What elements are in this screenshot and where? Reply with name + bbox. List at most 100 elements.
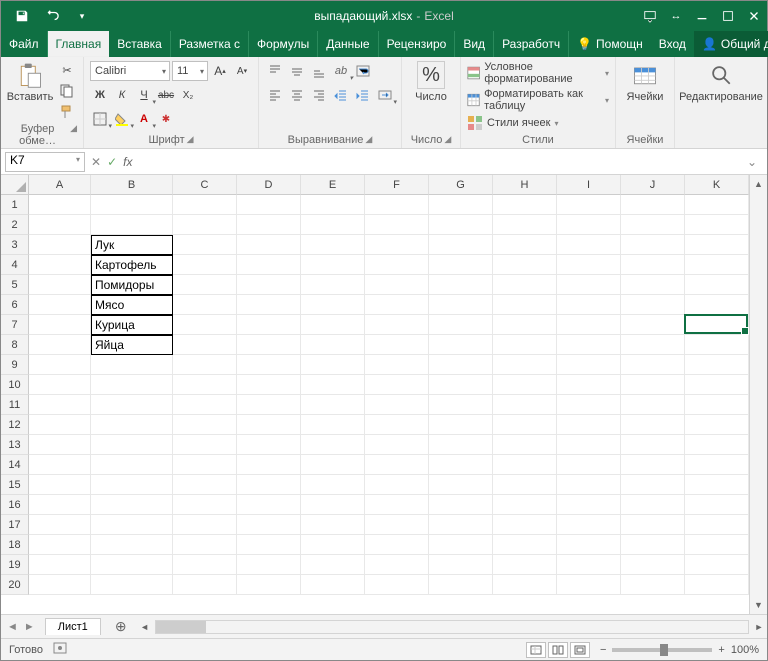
cell-J11[interactable] [621, 395, 685, 415]
sheet-nav-next[interactable]: ► [24, 621, 35, 633]
cell-I4[interactable] [557, 255, 621, 275]
zoom-value[interactable]: 100% [731, 644, 759, 656]
cell-K17[interactable] [685, 515, 749, 535]
cell-A6[interactable] [29, 295, 91, 315]
tab-home[interactable]: Главная [48, 31, 110, 57]
cell-A10[interactable] [29, 375, 91, 395]
cell-E5[interactable] [301, 275, 365, 295]
cell-G8[interactable] [429, 335, 493, 355]
cell-A20[interactable] [29, 575, 91, 595]
cell-J4[interactable] [621, 255, 685, 275]
cell-E7[interactable] [301, 315, 365, 335]
cell-B6[interactable]: Мясо [91, 295, 173, 315]
grow-font-icon[interactable]: A▴ [210, 61, 230, 81]
horizontal-scrollbar[interactable]: ◄► [137, 620, 767, 634]
cell-E13[interactable] [301, 435, 365, 455]
cell-I3[interactable] [557, 235, 621, 255]
cell-D10[interactable] [237, 375, 301, 395]
add-sheet-button[interactable]: ⊕ [105, 618, 137, 635]
cell-C4[interactable] [173, 255, 237, 275]
cell-E4[interactable] [301, 255, 365, 275]
cell-C20[interactable] [173, 575, 237, 595]
cell-G16[interactable] [429, 495, 493, 515]
row-header-20[interactable]: 20 [1, 575, 29, 595]
formula-expand-icon[interactable]: ⌄ [741, 155, 763, 169]
cell-I13[interactable] [557, 435, 621, 455]
cell-H15[interactable] [493, 475, 557, 495]
cell-A19[interactable] [29, 555, 91, 575]
cell-G1[interactable] [429, 195, 493, 215]
cell-F8[interactable] [365, 335, 429, 355]
tab-signin[interactable]: Вход [651, 31, 694, 57]
cell-J20[interactable] [621, 575, 685, 595]
cell-E10[interactable] [301, 375, 365, 395]
cell-G9[interactable] [429, 355, 493, 375]
cell-E3[interactable] [301, 235, 365, 255]
phonetic-icon[interactable]: ✱ [156, 109, 176, 129]
cell-B11[interactable] [91, 395, 173, 415]
align-top-icon[interactable] [265, 61, 285, 81]
bold-button[interactable]: Ж [90, 85, 110, 105]
close-icon[interactable] [741, 3, 767, 29]
cell-D18[interactable] [237, 535, 301, 555]
cell-F16[interactable] [365, 495, 429, 515]
row-header-7[interactable]: 7 [1, 315, 29, 335]
cell-C2[interactable] [173, 215, 237, 235]
cell-B4[interactable]: Картофель [91, 255, 173, 275]
row-header-18[interactable]: 18 [1, 535, 29, 555]
cell-B15[interactable] [91, 475, 173, 495]
row-header-4[interactable]: 4 [1, 255, 29, 275]
format-table-button[interactable]: Форматировать как таблицу▾ [467, 88, 609, 112]
col-header-J[interactable]: J [621, 175, 685, 195]
cell-B20[interactable] [91, 575, 173, 595]
fill-color-icon[interactable] [112, 109, 132, 129]
cell-F15[interactable] [365, 475, 429, 495]
cell-K18[interactable] [685, 535, 749, 555]
cell-D9[interactable] [237, 355, 301, 375]
cell-A13[interactable] [29, 435, 91, 455]
font-name-combo[interactable]: Calibri [90, 61, 170, 81]
tab-developer[interactable]: Разработч [494, 31, 569, 57]
cells-button[interactable]: Ячейки [622, 61, 668, 103]
cell-C6[interactable] [173, 295, 237, 315]
cell-E11[interactable] [301, 395, 365, 415]
cell-D5[interactable] [237, 275, 301, 295]
cell-D14[interactable] [237, 455, 301, 475]
cell-E2[interactable] [301, 215, 365, 235]
cell-B5[interactable]: Помидоры [91, 275, 173, 295]
cell-J9[interactable] [621, 355, 685, 375]
cell-B16[interactable] [91, 495, 173, 515]
cell-B14[interactable] [91, 455, 173, 475]
cell-B2[interactable] [91, 215, 173, 235]
cell-B1[interactable] [91, 195, 173, 215]
cell-A15[interactable] [29, 475, 91, 495]
row-header-19[interactable]: 19 [1, 555, 29, 575]
row-header-15[interactable]: 15 [1, 475, 29, 495]
row-header-11[interactable]: 11 [1, 395, 29, 415]
cell-J17[interactable] [621, 515, 685, 535]
cell-G17[interactable] [429, 515, 493, 535]
cell-H2[interactable] [493, 215, 557, 235]
cell-H10[interactable] [493, 375, 557, 395]
col-header-I[interactable]: I [557, 175, 621, 195]
cell-C12[interactable] [173, 415, 237, 435]
cell-B13[interactable] [91, 435, 173, 455]
cell-I11[interactable] [557, 395, 621, 415]
row-header-5[interactable]: 5 [1, 275, 29, 295]
cell-I17[interactable] [557, 515, 621, 535]
cell-K10[interactable] [685, 375, 749, 395]
row-header-10[interactable]: 10 [1, 375, 29, 395]
cell-G6[interactable] [429, 295, 493, 315]
col-header-D[interactable]: D [237, 175, 301, 195]
cell-J13[interactable] [621, 435, 685, 455]
cell-C15[interactable] [173, 475, 237, 495]
cell-K9[interactable] [685, 355, 749, 375]
row-header-1[interactable]: 1 [1, 195, 29, 215]
cell-D20[interactable] [237, 575, 301, 595]
cell-H1[interactable] [493, 195, 557, 215]
cond-format-button[interactable]: Условное форматирование▾ [467, 61, 609, 85]
vertical-scrollbar[interactable]: ▲▼ [749, 175, 767, 614]
cell-K13[interactable] [685, 435, 749, 455]
cell-D3[interactable] [237, 235, 301, 255]
cell-D15[interactable] [237, 475, 301, 495]
